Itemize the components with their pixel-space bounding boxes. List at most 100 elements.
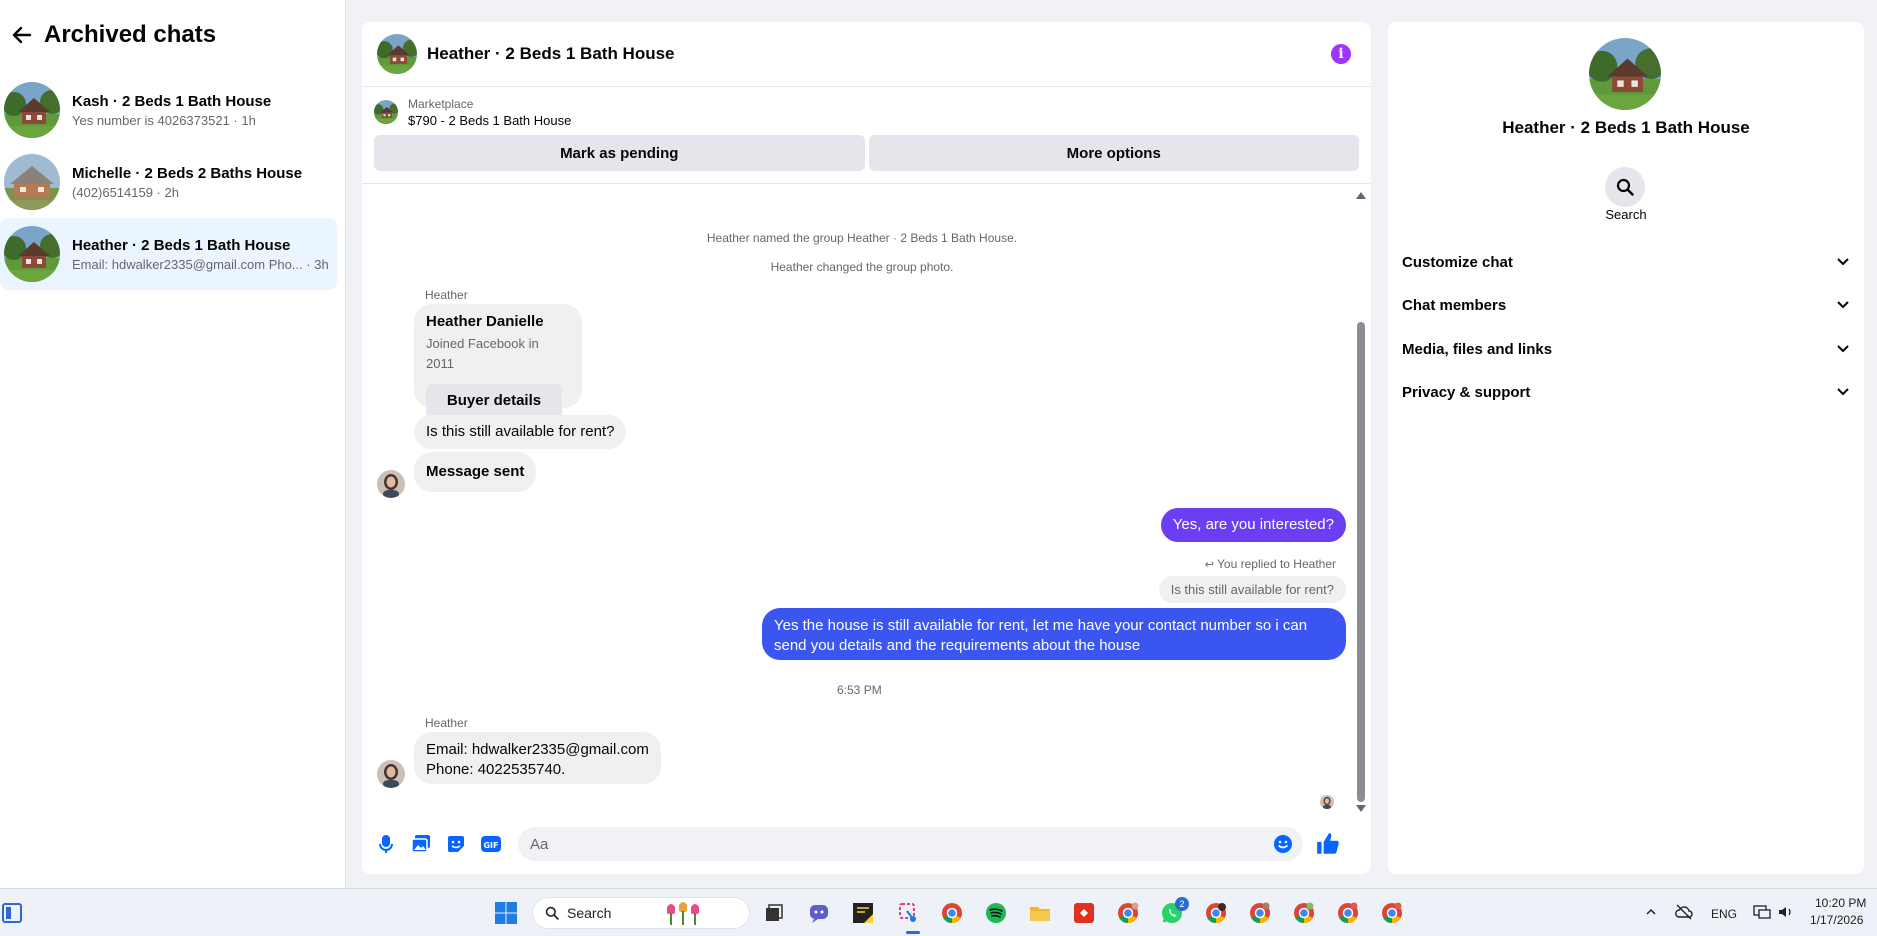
chat-name: Heather · 2 Beds 1 Bath House [72, 236, 291, 254]
file-explorer-icon[interactable] [1028, 901, 1052, 925]
listing-thumbnail[interactable] [374, 100, 398, 124]
network-icon[interactable] [1752, 903, 1772, 921]
system-message: Heather changed the group photo. [770, 260, 954, 274]
message-input[interactable]: Aa [518, 827, 1303, 861]
conversation-title[interactable]: Heather · 2 Beds 1 Bath House [427, 44, 675, 64]
marketplace-bar: Marketplace $790 - 2 Beds 1 Bath House M… [362, 87, 1371, 184]
sticker-icon[interactable] [444, 832, 468, 856]
scroll-up-arrow[interactable] [1356, 192, 1366, 199]
read-receipt-avatar [1320, 795, 1334, 809]
taskbar-search[interactable]: Search [532, 897, 750, 929]
reply-quote[interactable]: Is this still available for rent? [1158, 576, 1346, 603]
gif-icon[interactable]: GIF [479, 832, 503, 856]
chat-name: Michelle · 2 Beds 2 Baths House [72, 164, 303, 182]
whatsapp-badge: 2 [1175, 897, 1189, 911]
chevron-up-icon[interactable] [1642, 903, 1660, 921]
incoming-message[interactable]: Message sent [414, 452, 537, 492]
like-icon[interactable] [1315, 831, 1341, 857]
scroll-down-arrow[interactable] [1356, 805, 1366, 812]
buyer-details-button[interactable]: Buyer details [426, 384, 562, 418]
reply-icon: ↩ [1204, 559, 1218, 571]
chrome-profile-icon[interactable] [1248, 901, 1272, 925]
more-options-button[interactable]: More options [868, 135, 1359, 171]
search-in-conversation-button[interactable] [1605, 167, 1645, 207]
chat-info-panel: Heather · 2 Beds 1 Bath House Search Cus… [1388, 22, 1864, 874]
info-avatar[interactable] [1589, 38, 1661, 110]
scroll-thumb[interactable] [1357, 322, 1365, 802]
anydesk-icon[interactable] [1072, 901, 1096, 925]
section-label: Media, files and links [1402, 340, 1553, 358]
chevron-down-icon [1837, 301, 1849, 309]
conversation-avatar[interactable] [377, 34, 417, 74]
chat-preview: (402)6514159 · 2h [72, 184, 179, 200]
conversation-header: Heather · 2 Beds 1 Bath House i [362, 22, 1371, 87]
sender-avatar[interactable] [377, 760, 405, 788]
mark-as-pending-button[interactable]: Mark as pending [374, 135, 865, 171]
task-view-icon[interactable] [762, 901, 786, 925]
windows-start-icon[interactable] [494, 901, 518, 925]
chrome-profile-icon[interactable] [1336, 901, 1360, 925]
sticky-notes-icon[interactable] [851, 901, 875, 925]
section-customize-chat[interactable]: Customize chat [1402, 244, 1850, 280]
section-media-files-links[interactable]: Media, files and links [1402, 331, 1850, 367]
spotify-icon[interactable] [984, 901, 1008, 925]
section-label: Privacy & support [1402, 383, 1531, 401]
chat-preview: Yes number is 4026373521 · 1h [72, 112, 256, 128]
archived-chats-sidebar: Archived chats Kash · 2 Beds 1 Bath Hous… [0, 0, 346, 888]
chat-avatar [4, 226, 60, 282]
section-privacy-support[interactable]: Privacy & support [1402, 374, 1850, 410]
chat-name: Kash · 2 Beds 1 Bath House [72, 92, 272, 110]
volume-icon[interactable] [1776, 903, 1796, 921]
microphone-icon[interactable] [374, 832, 398, 856]
chat-avatar [4, 82, 60, 138]
chat-preview: Email: hdwalker2335@gmail.com Pho... · 3… [72, 256, 329, 272]
incoming-message[interactable]: Is this still available for rent? [414, 415, 627, 449]
chrome-profile-icon[interactable] [1292, 901, 1316, 925]
photo-icon[interactable] [409, 832, 433, 856]
sender-avatar[interactable] [377, 470, 405, 498]
clock-date[interactable]: 1/17/2026 [1810, 913, 1863, 927]
clock-time[interactable]: 10:20 PM [1815, 896, 1866, 910]
message-line: Email: hdwalker2335@gmail.com [426, 741, 649, 758]
chat-list-item-heather[interactable]: Heather · 2 Beds 1 Bath House Email: hdw… [0, 218, 337, 290]
incoming-message[interactable]: Email: hdwalker2335@gmail.com Phone: 402… [414, 732, 661, 784]
emoji-icon[interactable] [1273, 834, 1293, 854]
cloud-offline-icon[interactable] [1674, 903, 1694, 921]
outgoing-message[interactable]: Yes, are you interested? [1160, 508, 1346, 542]
snipping-tool-icon[interactable] [897, 901, 921, 925]
section-label: Chat members [1402, 296, 1507, 314]
section-label: Customize chat [1402, 253, 1513, 271]
profile-card-name: Heather Danielle [426, 313, 544, 330]
chrome-profile-icon[interactable] [1116, 901, 1140, 925]
section-chat-members[interactable]: Chat members [1402, 287, 1850, 323]
search-label: Search [1605, 207, 1647, 222]
language-indicator[interactable]: ENG [1711, 907, 1737, 921]
sidebar-header: Archived chats [0, 0, 345, 70]
svg-text:GIF: GIF [483, 841, 498, 850]
system-message: Heather named the group Heather · 2 Beds… [706, 231, 1018, 245]
windows-taskbar: Search 2 ENG 10:20 PM 1/17/2026 [0, 888, 1877, 936]
chat-avatar [4, 154, 60, 210]
message-line: Phone: 4022535740. [426, 761, 566, 778]
chevron-down-icon [1837, 345, 1849, 353]
message-scrollbar[interactable] [1355, 192, 1366, 812]
outgoing-message[interactable]: Yes the house is still available for ren… [762, 608, 1346, 660]
chrome-profile-icon[interactable] [1380, 901, 1404, 925]
profile-card-joined: Joined Facebook in 2011 [426, 336, 539, 371]
chrome-profile-icon[interactable] [1204, 901, 1228, 925]
info-icon[interactable]: i [1331, 44, 1351, 64]
chat-list-item-kash[interactable]: Kash · 2 Beds 1 Bath House Yes number is… [0, 74, 337, 146]
teams-chat-icon[interactable] [807, 901, 831, 925]
sidebar-title: Archived chats [44, 21, 217, 48]
listing-title[interactable]: $790 - 2 Beds 1 Bath House [408, 113, 571, 128]
reply-note: ↩ You replied to Heather [1205, 557, 1336, 571]
message-list: Heather named the group Heather · 2 Beds… [362, 184, 1371, 814]
chat-list-item-michelle[interactable]: Michelle · 2 Beds 2 Baths House (402)651… [0, 146, 337, 218]
chevron-down-icon [1837, 258, 1849, 266]
widgets-icon[interactable] [2, 903, 22, 923]
back-arrow-icon[interactable] [10, 23, 34, 47]
search-icon [1616, 178, 1634, 196]
chrome-icon[interactable] [940, 901, 964, 925]
conversation-panel: Heather · 2 Beds 1 Bath House i Marketpl… [362, 22, 1371, 874]
sender-label: Heather [425, 288, 468, 302]
